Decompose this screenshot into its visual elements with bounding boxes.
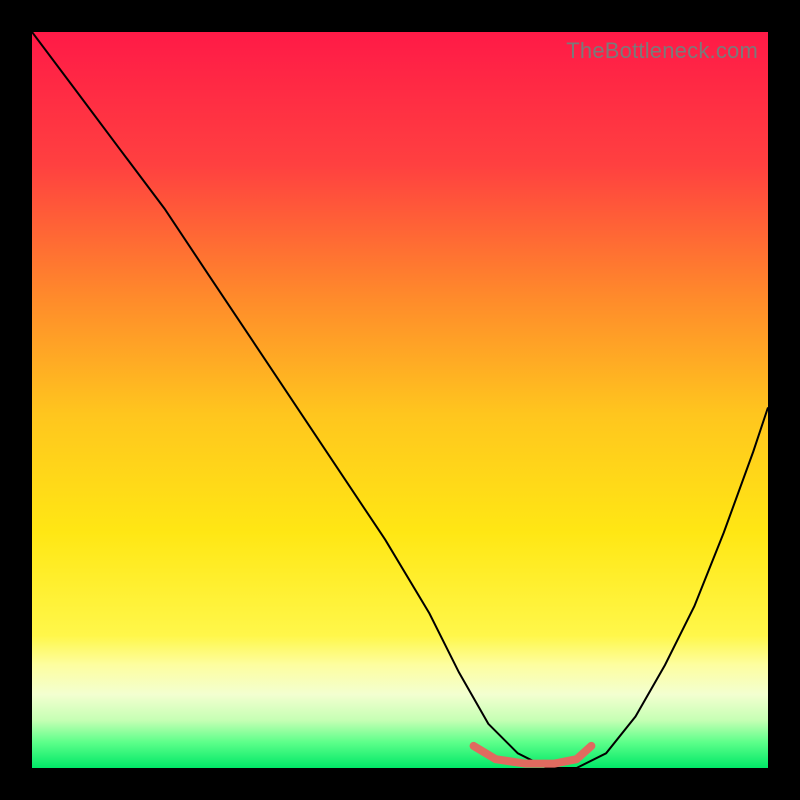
watermark-text: TheBottleneck.com [566,38,758,64]
chart-frame: TheBottleneck.com [32,32,768,768]
chart-plot [32,32,768,768]
chart-background [32,32,768,768]
